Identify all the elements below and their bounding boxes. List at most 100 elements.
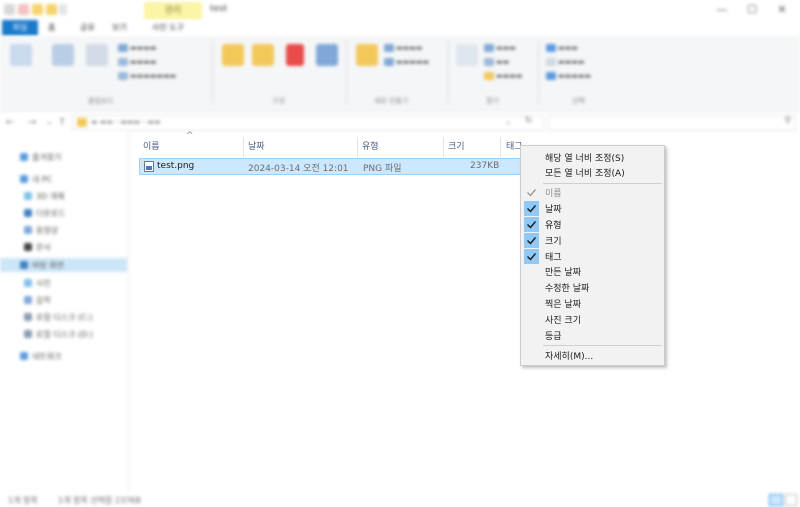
video-icon [24, 226, 32, 234]
column-header-size[interactable]: 크기 [448, 139, 465, 155]
picture-icon [24, 279, 32, 287]
refresh-icon[interactable]: ↻ [525, 116, 533, 126]
menu-item-column-date-modified[interactable]: 수정한 날짜 [521, 280, 664, 295]
column-divider[interactable] [443, 137, 444, 157]
delete-icon[interactable] [286, 44, 304, 66]
ribbon-separator [538, 40, 539, 104]
nav-item-desktop[interactable]: 바탕 화면 [0, 258, 127, 272]
ribbon-separator [448, 40, 449, 104]
menu-item-more[interactable]: 자세히(M)... [521, 348, 664, 363]
easy-access-icon[interactable] [384, 58, 394, 66]
history-icon[interactable] [484, 72, 494, 80]
folder-icon [77, 118, 87, 127]
tab-manage-contextual[interactable]: 관리 [144, 2, 202, 20]
tab-share[interactable]: 공유 [80, 22, 95, 33]
address-dropdown-icon[interactable]: ⌄ [505, 117, 512, 126]
quick-access-new-folder-icon[interactable] [32, 4, 43, 15]
group-clipboard: 클립보드 [88, 97, 114, 105]
menu-separator [543, 183, 662, 184]
menu-item-column-size[interactable]: 크기 [521, 233, 664, 248]
download-icon [24, 209, 32, 217]
quick-access-properties-icon[interactable] [18, 4, 29, 15]
column-divider[interactable] [357, 137, 358, 157]
column-header-date[interactable]: 날짜 [248, 139, 265, 155]
menu-item-column-tags[interactable]: 태그 [521, 249, 664, 264]
address-field[interactable]: ▬ ▬▬ › ▬▬▬ › ▬▬ ⌄ ↻ [72, 115, 544, 131]
cut-icon[interactable] [118, 44, 128, 52]
status-bar: 1개 항목 1개 항목 선택함 237KB [0, 492, 800, 507]
up-arrow-icon[interactable]: ↑ [58, 117, 66, 128]
nav-item-videos[interactable]: 동영상 [14, 223, 126, 237]
navigation-pane: 즐겨찾기 내 PC 3D 개체 다운로드 동영상 문서 바탕 화면 사진 음악 … [0, 132, 129, 492]
nav-item-downloads[interactable]: 다운로드 [14, 206, 126, 220]
tab-home[interactable]: 홈 [48, 22, 55, 33]
new-item-icon[interactable] [384, 44, 394, 52]
new-folder-icon[interactable] [356, 44, 378, 66]
paste-shortcut-icon[interactable] [118, 72, 128, 80]
back-arrow-icon[interactable]: ← [6, 117, 14, 128]
group-select: 선택 [572, 97, 585, 105]
nav-item-quick-access[interactable]: 즐겨찾기 [14, 150, 126, 164]
check-icon [524, 249, 539, 264]
menu-item-column-date-taken[interactable]: 찍은 날짜 [521, 296, 664, 311]
large-icons-view-button[interactable] [785, 494, 797, 506]
music-icon [24, 296, 32, 304]
sort-ascending-icon: ^ [186, 131, 194, 141]
selection-info: 1개 항목 선택함 237KB [58, 496, 141, 505]
item-count: 1개 항목 [8, 496, 38, 505]
minimize-button[interactable]: — [716, 4, 728, 16]
menu-item-column-dimensions[interactable]: 사진 크기 [521, 312, 664, 327]
group-organize: 구성 [272, 97, 285, 105]
nav-item-this-pc[interactable]: 내 PC [14, 172, 126, 186]
nav-item-drive-c[interactable]: 로컬 디스크 (C:) [14, 310, 126, 324]
column-divider[interactable] [243, 137, 244, 157]
search-input[interactable]: ⚲ [548, 115, 796, 131]
tab-picture-tools[interactable]: 사진 도구 [152, 22, 184, 33]
invert-selection-icon[interactable] [546, 72, 556, 80]
column-context-menu: 해당 열 너비 조정(S) 모든 열 너비 조정(A) 이름 날짜 유형 크기 … [520, 145, 665, 366]
search-icon: ⚲ [784, 116, 791, 126]
menu-item-column-type[interactable]: 유형 [521, 217, 664, 232]
move-to-icon[interactable] [222, 44, 244, 66]
menu-item-column-date[interactable]: 날짜 [521, 201, 664, 216]
maximize-button[interactable]: ☐ [746, 4, 758, 16]
system-menu-icon[interactable] [4, 4, 15, 15]
nav-item-drive-d[interactable]: 로컬 디스크 (D:) [14, 327, 126, 341]
open-icon[interactable] [484, 44, 494, 52]
image-file-icon [144, 161, 154, 172]
pin-quick-access-icon[interactable] [10, 44, 32, 66]
paste-icon[interactable] [86, 44, 108, 66]
ribbon-separator [212, 40, 213, 104]
close-button[interactable]: ✕ [776, 4, 788, 16]
nav-item-music[interactable]: 음악 [14, 293, 126, 307]
menu-item-column-date-created[interactable]: 만든 날짜 [521, 264, 664, 279]
column-header-type[interactable]: 유형 [362, 139, 379, 155]
copy-to-icon[interactable] [252, 44, 274, 66]
properties-icon[interactable] [456, 44, 478, 66]
file-row[interactable]: test.png 2024-03-14 오전 12:01 PNG 파일 237K… [139, 158, 523, 175]
ribbon: ▬▬▬▬ ▬▬▬▬ ▬▬▬▬▬▬▬ 클립보드 구성 ▬▬▬▬ ▬▬▬▬▬ 새로 … [0, 36, 800, 113]
network-icon [20, 352, 28, 360]
nav-item-3d-objects[interactable]: 3D 개체 [14, 189, 126, 203]
menu-item-column-rating[interactable]: 등급 [521, 328, 664, 343]
menu-item-size-all-columns-to-fit[interactable]: 모든 열 너비 조정(A) [521, 165, 664, 180]
rename-icon[interactable] [316, 44, 338, 66]
column-header-name[interactable]: 이름 [143, 139, 160, 155]
title-bar: 관리 test — ☐ ✕ [0, 0, 800, 20]
details-view-button[interactable] [769, 494, 783, 506]
forward-arrow-icon[interactable]: → [28, 117, 36, 128]
select-all-icon[interactable] [546, 44, 556, 52]
recent-locations-icon[interactable]: ⌄ [46, 117, 53, 126]
nav-item-pictures[interactable]: 사진 [14, 276, 126, 290]
tab-view[interactable]: 보기 [112, 22, 127, 33]
menu-item-size-column-to-fit[interactable]: 해당 열 너비 조정(S) [521, 150, 664, 165]
edit-icon[interactable] [484, 58, 494, 66]
column-divider[interactable] [500, 137, 501, 157]
copy-path-icon[interactable] [118, 58, 128, 66]
nav-item-network[interactable]: 네트워크 [14, 349, 126, 363]
nav-item-documents[interactable]: 문서 [14, 240, 126, 254]
tab-file[interactable]: 파일 [2, 20, 38, 36]
copy-icon[interactable] [52, 44, 74, 66]
quick-access-dropdown-icon[interactable] [59, 4, 67, 15]
select-none-icon[interactable] [546, 58, 556, 66]
